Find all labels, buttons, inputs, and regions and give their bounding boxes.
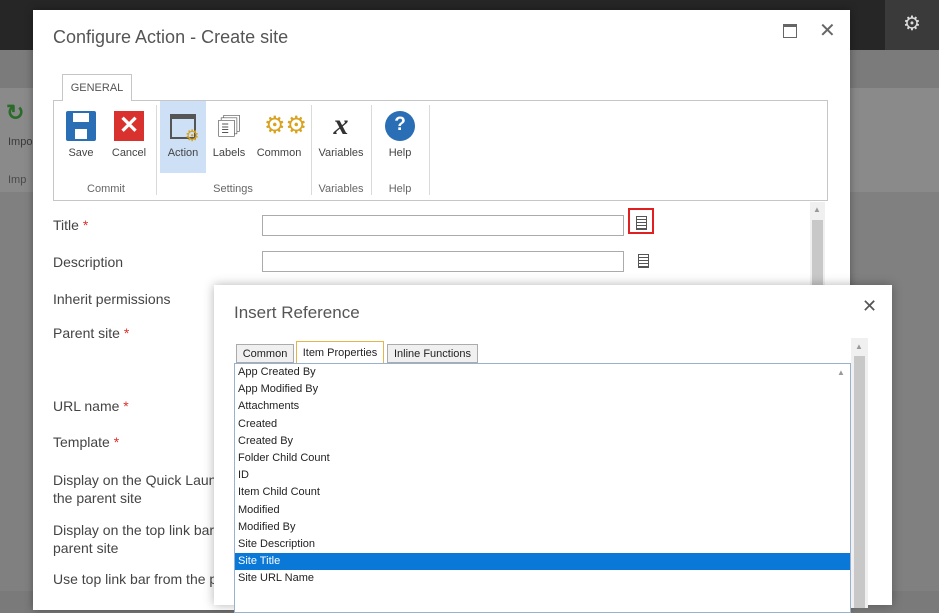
import-icon[interactable]: ↻ [6,100,32,126]
list-item[interactable]: Attachments [235,398,850,415]
group-separator [311,105,312,195]
group-label-commit: Commit [87,183,125,195]
title-input[interactable] [262,215,624,236]
popup-scrollbar[interactable]: ▲ [851,338,868,608]
common-icon: ⚙⚙ [264,112,308,139]
close-icon[interactable]: ✕ [862,296,877,317]
group-separator [429,105,430,195]
tab-common[interactable]: Common [236,344,294,363]
group-separator [371,105,372,195]
group-label-variables: Variables [318,183,364,195]
required-marker: * [123,398,129,414]
labels-button[interactable]: 🗊 Labels [209,101,249,173]
list-item[interactable]: Folder Child Count [235,450,850,467]
action-button[interactable]: ⚙ Action [160,101,206,173]
required-marker: * [82,217,89,233]
cancel-icon: ✕ [114,111,144,141]
group-label-settings: Settings [213,183,253,195]
description-label: Description [53,254,124,270]
list-item[interactable]: Site URL Name [235,570,850,587]
parent-site-label-text: Parent site [53,325,120,341]
required-marker: * [123,325,130,341]
dialog-ribbon: Save ✕ Cancel Commit ⚙ Action 🗊 Labels ⚙… [53,100,828,201]
inherit-permissions-label: Inherit permissions [53,291,171,307]
list-item[interactable]: App Created By [235,364,850,381]
scroll-up-icon[interactable]: ▲ [813,205,821,214]
save-icon [66,111,96,141]
common-button-label: Common [256,147,302,159]
template-label-text: Template [53,434,110,450]
list-scrollbar[interactable]: ▲ [833,364,850,612]
list-item[interactable]: App Modified By [235,381,850,398]
import-button-label[interactable]: Impo [8,136,32,148]
cancel-button[interactable]: ✕ Cancel [106,101,152,173]
common-button[interactable]: ⚙⚙ Common [252,101,308,173]
scroll-up-icon[interactable]: ▲ [855,342,863,351]
list-item[interactable]: ID [235,467,850,484]
title-label: Title * [53,217,88,233]
save-button-label: Save [68,147,94,159]
group-label-help: Help [388,183,412,195]
insert-reference-icon[interactable] [630,248,656,274]
insert-reference-dialog: Insert Reference ✕ Common Item Propertie… [214,285,892,613]
tab-general[interactable]: GENERAL [62,74,132,101]
dialog-title: Configure Action - Create site [53,27,289,47]
list-item[interactable]: Created By [235,433,850,450]
close-icon[interactable]: ✕ [819,18,836,43]
template-label: Template * [53,434,119,450]
import-group-label: Imp [8,174,27,186]
action-button-label: Action [167,147,199,159]
variables-button-label: Variables [318,147,364,159]
url-name-label-text: URL name [53,398,120,414]
help-button-label: Help [388,147,412,159]
variables-icon: x [333,108,349,141]
parent-site-label: Parent site * [53,325,129,341]
reference-list[interactable]: App Created By App Modified By Attachmen… [234,363,851,613]
description-input[interactable] [262,251,624,272]
labels-button-label: Labels [212,147,246,159]
help-button[interactable]: ? Help [375,101,425,173]
url-name-label: URL name * [53,398,129,414]
action-icon: ⚙ [168,111,199,145]
list-item[interactable]: Modified [235,502,850,519]
labels-icon: 🗊 [216,111,242,141]
variables-button[interactable]: x Variables [315,101,367,173]
list-item[interactable]: Modified By [235,519,850,536]
list-item[interactable]: Created [235,416,850,433]
popup-title: Insert Reference [234,303,360,322]
title-label-text: Title [53,217,79,233]
group-separator [156,105,157,195]
insert-reference-icon[interactable] [628,208,654,234]
scrollbar-thumb[interactable] [854,356,865,608]
cancel-button-label: Cancel [111,147,147,159]
scroll-up-icon[interactable]: ▲ [837,368,845,377]
list-item-selected[interactable]: Site Title [235,553,850,571]
gear-icon[interactable]: ⚙ [885,0,939,50]
save-button[interactable]: Save [60,101,102,173]
tab-item-properties[interactable]: Item Properties [296,341,384,364]
tab-inline-functions[interactable]: Inline Functions [387,344,478,363]
list-item[interactable]: Item Child Count [235,484,850,501]
list-item[interactable]: Site Description [235,536,850,553]
maximize-icon[interactable] [783,24,797,38]
help-icon: ? [385,111,415,141]
required-marker: * [113,434,120,450]
